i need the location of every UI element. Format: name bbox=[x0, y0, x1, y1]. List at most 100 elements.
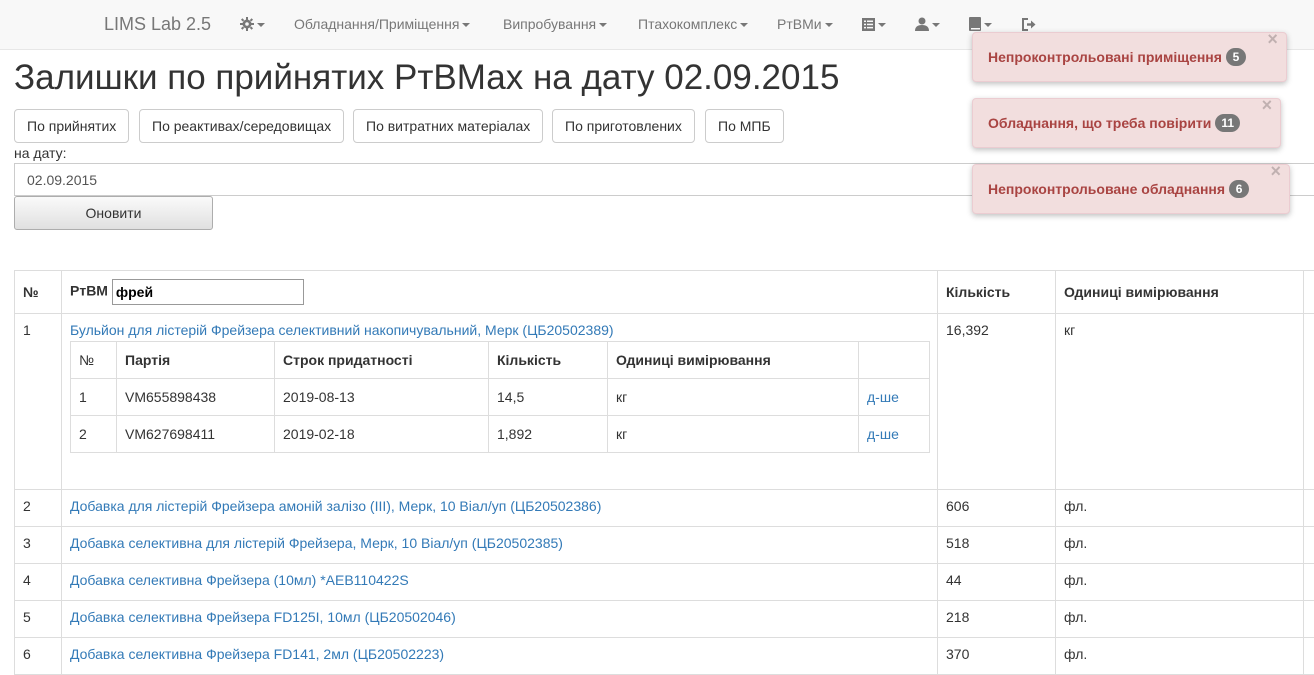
by-mpb-button[interactable]: По МПБ bbox=[705, 109, 784, 143]
row-unit: фл. bbox=[1056, 601, 1304, 638]
item-link[interactable]: Добавка селективна для лістерій Фрейзера… bbox=[70, 535, 563, 551]
table-row: 1 Бульйон для лістерій Фрейзера селектив… bbox=[15, 314, 1314, 490]
alert-uncontrolled-equipment[interactable]: Непроконтрольоване обладнання6 × bbox=[972, 164, 1290, 214]
batch-expiry: 2019-02-18 bbox=[275, 416, 489, 453]
batch-row: 1 VM655898438 2019-08-13 14,5 кг д-ше bbox=[71, 379, 930, 416]
alert-uncontrolled-rooms[interactable]: Непроконтрольовані приміщення5 × bbox=[972, 32, 1287, 82]
chevron-down-icon bbox=[740, 23, 748, 27]
row-extra bbox=[1304, 527, 1314, 564]
item-link[interactable]: Добавка для лістерій Фрейзера амоній зал… bbox=[70, 498, 601, 514]
menu-equipment-label: Обладнання/Приміщення bbox=[294, 16, 459, 32]
item-link[interactable]: Бульйон для лістерій Фрейзера селективни… bbox=[70, 322, 614, 338]
list-icon bbox=[862, 18, 875, 31]
col-header-num: № bbox=[15, 271, 62, 314]
row-num: 5 bbox=[15, 601, 62, 638]
batch-col-batch: Партія bbox=[117, 342, 275, 379]
chevron-down-icon bbox=[257, 23, 265, 27]
menu-rtvm-label: РтВМи bbox=[777, 16, 822, 32]
close-icon[interactable]: × bbox=[1267, 15, 1278, 63]
row-item-cell: Бульйон для лістерій Фрейзера селективни… bbox=[62, 314, 938, 490]
by-prepared-button[interactable]: По приготовлених bbox=[552, 109, 695, 143]
by-accepted-button[interactable]: По прийнятих bbox=[14, 109, 129, 143]
by-reagents-button[interactable]: По реактивах/середовищах bbox=[139, 109, 344, 143]
menu-tests-label: Випробування bbox=[503, 16, 596, 32]
close-icon[interactable]: × bbox=[1262, 81, 1273, 129]
chevron-down-icon bbox=[984, 23, 992, 27]
batch-expiry: 2019-08-13 bbox=[275, 379, 489, 416]
chevron-down-icon bbox=[825, 23, 833, 27]
close-icon[interactable]: × bbox=[1271, 147, 1282, 195]
row-unit: фл. bbox=[1056, 564, 1304, 601]
book-menu[interactable] bbox=[969, 16, 992, 32]
row-extra bbox=[1304, 314, 1314, 490]
date-label: на дату: bbox=[14, 145, 67, 161]
chevron-down-icon bbox=[932, 23, 940, 27]
menu-rtvm[interactable]: РтВМи bbox=[777, 16, 833, 32]
refresh-button[interactable]: Оновити bbox=[14, 196, 213, 230]
batch-unit: кг bbox=[608, 416, 859, 453]
chevron-down-icon bbox=[462, 23, 470, 27]
batch-qty: 1,892 bbox=[489, 416, 608, 453]
row-item-cell: Добавка селективна Фрейзера (10мл) *AEB1… bbox=[62, 564, 938, 601]
table-row: 6 Добавка селективна Фрейзера FD141, 2мл… bbox=[15, 638, 1314, 675]
row-num: 1 bbox=[15, 314, 62, 490]
menu-equipment[interactable]: Обладнання/Приміщення bbox=[294, 16, 470, 32]
batch-row: 2 VM627698411 2019-02-18 1,892 кг д-ше bbox=[71, 416, 930, 453]
row-unit: кг bbox=[1056, 314, 1304, 490]
batch-qty: 14,5 bbox=[489, 379, 608, 416]
logout-icon bbox=[1022, 18, 1037, 31]
table-row: 4 Добавка селективна Фрейзера (10мл) *AE… bbox=[15, 564, 1314, 601]
batch-more-link[interactable]: д-ше bbox=[867, 389, 899, 405]
stock-table: № РтВМ Кількість Одиниці вимірювання 1 Б… bbox=[14, 270, 1314, 675]
page-title: Залишки по прийнятих РтВМах на дату 02.0… bbox=[14, 58, 839, 98]
row-extra bbox=[1304, 638, 1314, 675]
row-qty: 606 bbox=[938, 490, 1056, 527]
chevron-down-icon bbox=[599, 23, 607, 27]
row-extra bbox=[1304, 601, 1314, 638]
alert-equipment-verify[interactable]: Обладнання, що треба повірити11 × bbox=[972, 98, 1281, 148]
row-qty: 370 bbox=[938, 638, 1056, 675]
row-num: 4 bbox=[15, 564, 62, 601]
brand-link[interactable]: LIMS Lab 2.5 bbox=[104, 14, 211, 35]
chevron-down-icon bbox=[878, 23, 886, 27]
row-num: 2 bbox=[15, 490, 62, 527]
row-unit: фл. bbox=[1056, 527, 1304, 564]
menu-poultry[interactable]: Птахокомплекс bbox=[638, 16, 748, 32]
list-menu[interactable] bbox=[862, 16, 886, 32]
row-extra bbox=[1304, 564, 1314, 601]
batch-col-expiry: Строк придатності bbox=[275, 342, 489, 379]
by-consumables-button[interactable]: По витратних матеріалах bbox=[353, 109, 543, 143]
batch-id: VM627698411 bbox=[117, 416, 275, 453]
settings-menu[interactable] bbox=[240, 16, 265, 32]
col-header-item-label: РтВМ bbox=[70, 283, 108, 299]
table-row: 5 Добавка селективна Фрейзера FD125I, 10… bbox=[15, 601, 1314, 638]
batch-more-cell: д-ше bbox=[859, 416, 930, 453]
col-header-qty: Кількість bbox=[938, 271, 1056, 314]
row-qty: 218 bbox=[938, 601, 1056, 638]
item-link[interactable]: Добавка селективна Фрейзера FD125I, 10мл… bbox=[70, 609, 456, 625]
col-header-item: РтВМ bbox=[62, 271, 938, 314]
batch-unit: кг bbox=[608, 379, 859, 416]
row-unit: фл. bbox=[1056, 490, 1304, 527]
row-num: 3 bbox=[15, 527, 62, 564]
user-menu[interactable] bbox=[915, 16, 940, 32]
user-icon bbox=[915, 17, 929, 31]
table-header-row: № РтВМ Кількість Одиниці вимірювання bbox=[15, 271, 1314, 314]
row-qty: 518 bbox=[938, 527, 1056, 564]
book-icon bbox=[969, 17, 981, 31]
batch-col-action bbox=[859, 342, 930, 379]
alert-count-badge: 11 bbox=[1215, 114, 1240, 132]
table-row: 3 Добавка селективна для лістерій Фрейзе… bbox=[15, 527, 1314, 564]
alert-text: Непроконтрольоване обладнання bbox=[988, 181, 1225, 197]
batch-more-link[interactable]: д-ше bbox=[867, 426, 899, 442]
col-header-unit: Одиниці вимірювання bbox=[1056, 271, 1304, 314]
item-link[interactable]: Добавка селективна Фрейзера FD141, 2мл (… bbox=[70, 646, 444, 662]
alert-text: Обладнання, що треба повірити bbox=[988, 115, 1211, 131]
logout-button[interactable] bbox=[1022, 16, 1037, 32]
batch-num: 1 bbox=[71, 379, 117, 416]
item-link[interactable]: Добавка селективна Фрейзера (10мл) *AEB1… bbox=[70, 572, 409, 588]
row-item-cell: Добавка для лістерій Фрейзера амоній зал… bbox=[62, 490, 938, 527]
menu-tests[interactable]: Випробування bbox=[503, 16, 607, 32]
col-header-extra bbox=[1304, 271, 1314, 314]
item-filter-input[interactable] bbox=[112, 279, 304, 305]
